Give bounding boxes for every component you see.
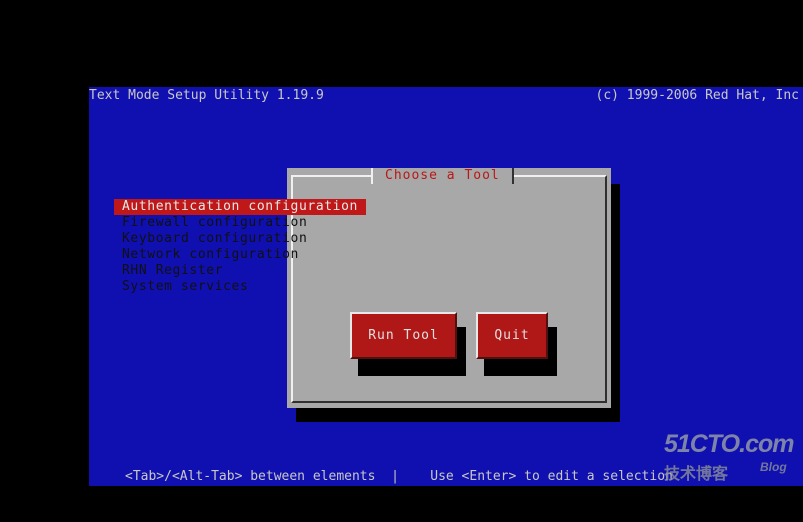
help-text: <Tab>/<Alt-Tab> between elements | Use <… <box>125 469 673 484</box>
app-title: Text Mode Setup Utility 1.19.9 <box>89 88 324 103</box>
tool-item-network[interactable]: Network configuration <box>114 247 366 263</box>
tool-item-authentication[interactable]: Authentication configuration <box>114 199 366 215</box>
copyright-text: (c) 1999-2006 Red Hat, Inc <box>595 88 800 103</box>
watermark-subtitle: 技术博客 <box>664 466 729 483</box>
tool-item-rhn-register[interactable]: RHN Register <box>114 263 366 279</box>
tool-item-keyboard[interactable]: Keyboard configuration <box>114 231 366 247</box>
tool-item-system-services[interactable]: System services <box>114 279 366 295</box>
run-tool-button[interactable]: Run Tool <box>350 312 457 359</box>
setup-screen: Text Mode Setup Utility 1.19.9 (c) 1999-… <box>89 87 803 486</box>
top-status-bar: Text Mode Setup Utility 1.19.9 (c) 1999-… <box>89 87 803 105</box>
quit-button[interactable]: Quit <box>476 312 548 359</box>
watermark-logo: 51CTO.com <box>664 430 794 458</box>
dialog-title: Choose a Tool <box>371 168 514 184</box>
watermark-blog: Blog <box>760 460 787 474</box>
tool-list[interactable]: Authentication configuration Firewall co… <box>114 199 366 295</box>
tool-item-firewall[interactable]: Firewall configuration <box>114 215 366 231</box>
site-watermark: 51CTO.com 技术博客 Blog <box>664 430 794 490</box>
